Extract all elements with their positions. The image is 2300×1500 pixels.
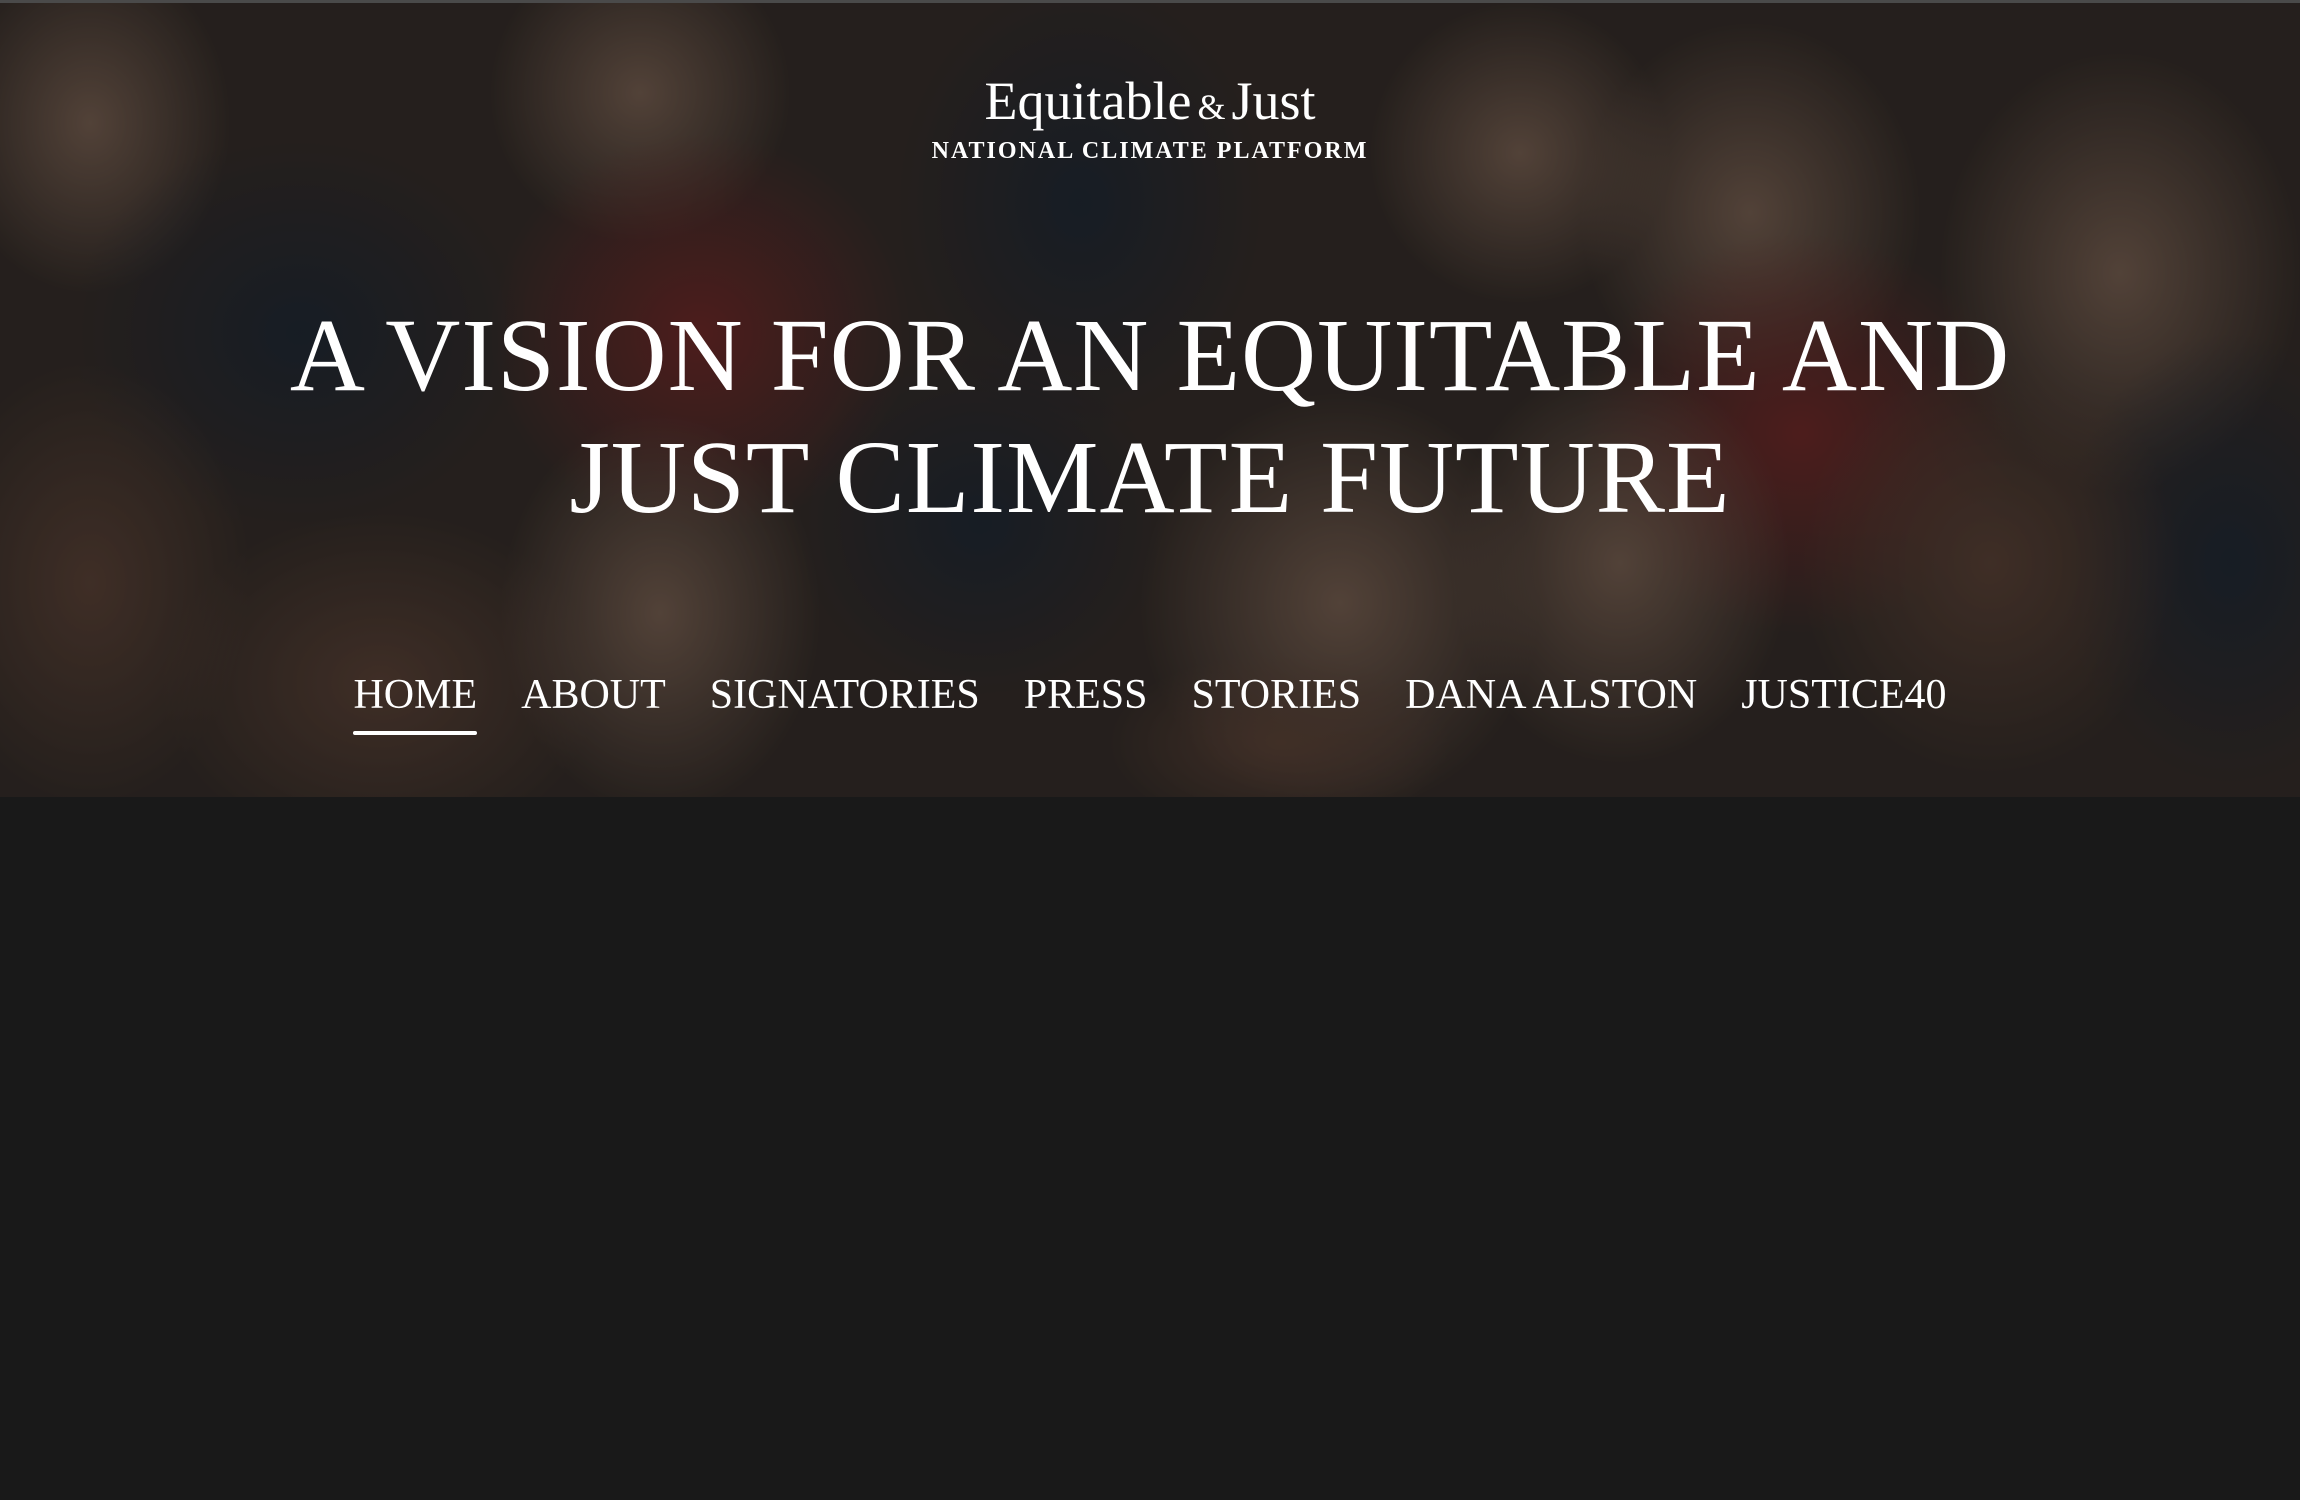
logo-word-equitable: Equitable bbox=[984, 71, 1192, 131]
nav-item-home[interactable]: HOME bbox=[353, 669, 477, 735]
logo-subtitle: NATIONAL CLIMATE PLATFORM bbox=[931, 138, 1369, 164]
logo-word-just: Just bbox=[1231, 71, 1316, 131]
logo-wordmark: Equitable & Just bbox=[930, 71, 1370, 137]
nav-item-signatories[interactable]: SIGNATORIES bbox=[710, 669, 980, 721]
nav-item-press[interactable]: PRESS bbox=[1024, 669, 1148, 721]
site-logo[interactable]: Equitable & Just NATIONAL CLIMATE PLATFORM bbox=[930, 71, 1370, 165]
main-navigation: HOME ABOUT SIGNATORIES PRESS STORIES DAN… bbox=[0, 669, 2300, 735]
nav-item-about[interactable]: ABOUT bbox=[521, 669, 666, 721]
hero-headline-line-2: JUST CLIMATE FUTURE bbox=[569, 420, 1731, 535]
nav-item-dana-alston[interactable]: DANA ALSTON bbox=[1405, 669, 1697, 721]
hero-banner: Equitable & Just NATIONAL CLIMATE PLATFORM… bbox=[0, 0, 2300, 797]
nav-item-stories[interactable]: STORIES bbox=[1191, 669, 1361, 721]
logo-ampersand: & bbox=[1197, 87, 1226, 127]
main-content-area bbox=[0, 797, 2300, 1500]
nav-item-justice40[interactable]: JUSTICE40 bbox=[1741, 669, 1946, 721]
page: Equitable & Just NATIONAL CLIMATE PLATFORM… bbox=[0, 0, 2300, 1500]
hero-headline-line-1: A VISION FOR AN EQUITABLE AND bbox=[289, 298, 2011, 413]
hero-headline: A VISION FOR AN EQUITABLE AND JUST CLIMA… bbox=[150, 295, 2150, 539]
